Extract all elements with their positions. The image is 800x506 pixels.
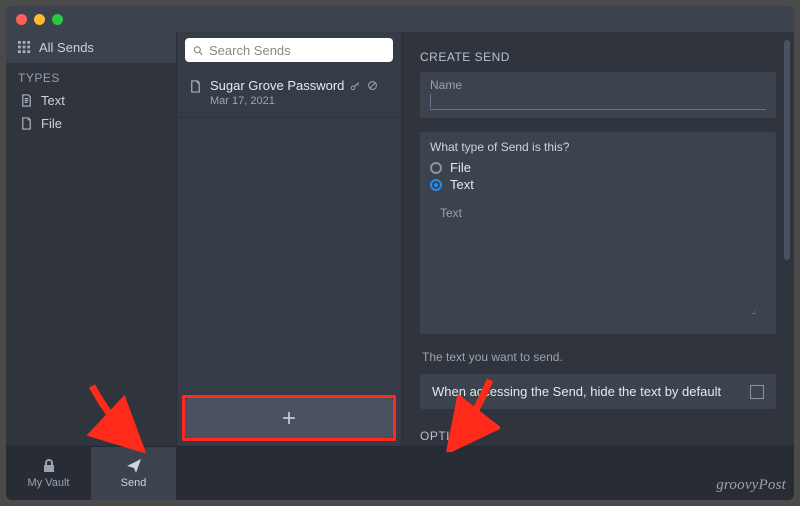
hide-text-label: When accessing the Send, hide the text b… bbox=[432, 384, 721, 399]
checkbox-icon bbox=[750, 385, 764, 399]
type-question: What type of Send is this? bbox=[430, 140, 766, 154]
text-content-input[interactable] bbox=[440, 220, 756, 310]
type-option-text[interactable]: Text bbox=[430, 177, 766, 192]
search-icon bbox=[193, 44, 203, 57]
sidebar-heading-types: TYPES bbox=[6, 63, 176, 89]
sends-list-column: Sugar Grove Password Mar 17, 2021 bbox=[176, 32, 402, 446]
grid-icon bbox=[18, 41, 31, 54]
file-icon bbox=[189, 80, 202, 93]
add-send-button[interactable] bbox=[185, 398, 393, 438]
text-doc-icon bbox=[20, 94, 33, 107]
radio-icon bbox=[430, 179, 442, 191]
sidebar: All Sends TYPES Text File bbox=[6, 32, 176, 446]
name-input[interactable] bbox=[430, 92, 766, 110]
name-label: Name bbox=[430, 78, 766, 92]
app-window: All Sends TYPES Text File bbox=[6, 6, 794, 500]
nav-my-vault[interactable]: My Vault bbox=[6, 447, 91, 500]
text-content-field[interactable]: Text ⌟ bbox=[430, 200, 766, 324]
sidebar-item-label: File bbox=[41, 116, 62, 131]
sidebar-item-type-text[interactable]: Text bbox=[6, 89, 176, 112]
search-box[interactable] bbox=[185, 38, 393, 62]
lock-icon bbox=[41, 458, 57, 474]
radio-label: Text bbox=[450, 177, 474, 192]
radio-icon bbox=[430, 162, 442, 174]
hide-text-option[interactable]: When accessing the Send, hide the text b… bbox=[420, 374, 776, 409]
search-wrap bbox=[177, 32, 401, 68]
sends-list: Sugar Grove Password Mar 17, 2021 bbox=[177, 68, 401, 394]
close-window-button[interactable] bbox=[16, 14, 27, 25]
file-icon bbox=[20, 117, 33, 130]
search-input[interactable] bbox=[209, 43, 385, 58]
radio-label: File bbox=[450, 160, 471, 175]
watermark: groovyPost bbox=[716, 477, 786, 494]
sidebar-item-label: All Sends bbox=[39, 40, 94, 55]
nav-label: Send bbox=[121, 477, 147, 489]
scrollbar[interactable] bbox=[784, 40, 790, 260]
type-option-file[interactable]: File bbox=[430, 160, 766, 175]
titlebar bbox=[6, 6, 794, 32]
maximize-window-button[interactable] bbox=[52, 14, 63, 25]
create-heading: CREATE SEND bbox=[420, 50, 776, 64]
sidebar-item-type-file[interactable]: File bbox=[6, 112, 176, 135]
paper-plane-icon bbox=[126, 458, 142, 474]
sidebar-item-all-sends[interactable]: All Sends bbox=[6, 32, 176, 63]
nav-label: My Vault bbox=[28, 477, 70, 489]
workspace: All Sends TYPES Text File bbox=[6, 32, 794, 446]
plus-icon bbox=[282, 411, 296, 425]
minimize-window-button[interactable] bbox=[34, 14, 45, 25]
create-send-panel: CREATE SEND Name What type of Send is th… bbox=[402, 32, 794, 446]
sidebar-item-label: Text bbox=[41, 93, 65, 108]
type-choice-group: What type of Send is this? File Text Tex… bbox=[420, 132, 776, 334]
bottom-nav: My Vault Send bbox=[6, 446, 794, 500]
list-item-title: Sugar Grove Password bbox=[210, 78, 344, 93]
list-item[interactable]: Sugar Grove Password Mar 17, 2021 bbox=[177, 68, 401, 118]
text-helper: The text you want to send. bbox=[422, 350, 774, 364]
nav-send[interactable]: Send bbox=[91, 447, 176, 500]
list-item-date: Mar 17, 2021 bbox=[210, 95, 378, 107]
disabled-icon bbox=[367, 80, 378, 91]
name-field[interactable]: Name bbox=[420, 72, 776, 118]
text-cursor bbox=[430, 94, 431, 108]
options-heading: OPTIONS bbox=[420, 429, 776, 443]
text-content-label: Text bbox=[440, 206, 756, 220]
key-icon bbox=[350, 80, 361, 91]
